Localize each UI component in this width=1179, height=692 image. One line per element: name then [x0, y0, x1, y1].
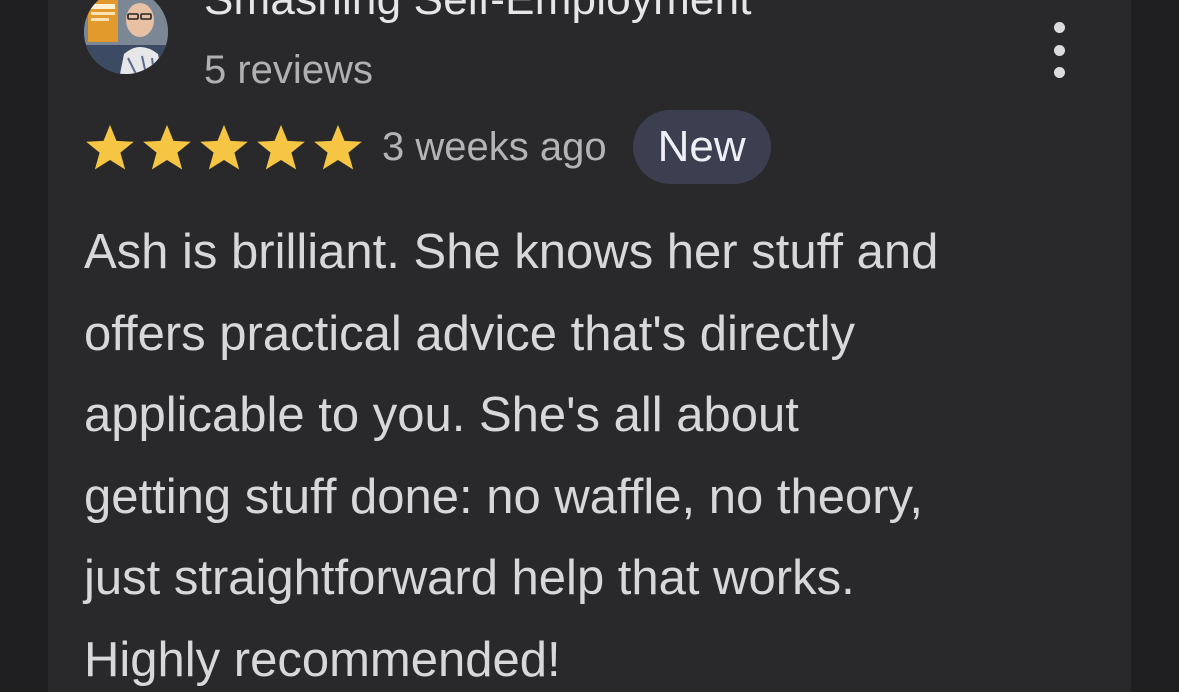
more-vert-icon-dot — [1053, 44, 1065, 56]
reviewer-review-count[interactable]: 5 reviews — [204, 45, 373, 95]
reviewer-avatar[interactable] — [84, 0, 168, 74]
review-card: Smashing Self-Employment 5 reviews 3 wee… — [48, 0, 1131, 692]
star-icon — [198, 121, 250, 173]
review-date: 3 weeks ago — [382, 124, 607, 169]
more-vert-icon-dot — [1053, 22, 1065, 33]
new-badge: New — [632, 110, 771, 184]
reviewer-name[interactable]: Smashing Self-Employment — [204, 0, 752, 26]
more-options-button[interactable] — [1038, 22, 1080, 78]
star-icon — [84, 121, 136, 173]
rating-row: 3 weeks ago New — [84, 110, 771, 184]
review-text-line: applicable to you. She's all about — [84, 388, 799, 442]
star-icon — [255, 121, 307, 173]
review-text-line: just straightforward help that works. — [84, 551, 855, 605]
avatar-image — [84, 0, 168, 74]
review-text-line: Ash is brilliant. She knows her stuff an… — [84, 225, 939, 279]
review-text: Ash is brilliant. She knows her stuff an… — [84, 212, 1094, 692]
star-rating — [84, 121, 369, 173]
star-icon — [312, 121, 364, 173]
review-text-line: getting stuff done: no waffle, no theory… — [84, 469, 924, 524]
more-vert-icon-dot — [1053, 67, 1065, 78]
review-text-line: Highly recommended! — [84, 632, 561, 687]
review-text-line: offers practical advice that's directly — [84, 306, 856, 361]
star-icon — [141, 121, 193, 173]
